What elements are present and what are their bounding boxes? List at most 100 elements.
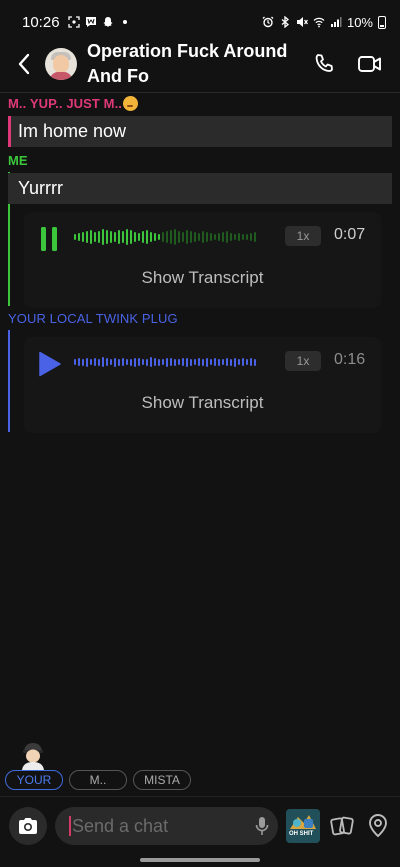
waveform-bar <box>118 230 120 244</box>
snapchat-icon <box>102 16 114 28</box>
participant-chip[interactable]: MISTA <box>133 770 191 790</box>
waveform-bar <box>78 233 80 241</box>
waveform-bar <box>122 358 124 366</box>
message-bubble[interactable]: Yurrrr <box>8 173 392 204</box>
waveform-bar <box>186 357 188 367</box>
show-transcript-button[interactable]: Show Transcript <box>24 393 381 413</box>
play-button[interactable] <box>32 347 66 381</box>
voice-note[interactable]: 1x 0:16 Show Transcript <box>24 337 381 433</box>
pause-button[interactable] <box>32 222 66 256</box>
waveform-bar <box>226 231 228 243</box>
waveform-bar <box>242 234 244 240</box>
waveform-bar <box>102 229 104 245</box>
participant-chip[interactable]: M.. <box>69 770 127 790</box>
waveform-bar <box>110 359 112 365</box>
waveform-bar <box>198 358 200 366</box>
waveform-bar <box>242 358 244 366</box>
message-bubble[interactable]: Im home now <box>8 116 392 147</box>
waveform-bar <box>234 234 236 240</box>
waveform-bar <box>166 357 168 367</box>
audio-waveform[interactable] <box>74 225 256 249</box>
waveform-bar <box>142 359 144 365</box>
home-indicator[interactable] <box>140 858 260 862</box>
voice-note[interactable]: 1x 0:07 Show Transcript <box>24 212 381 308</box>
waveform-bar <box>114 232 116 242</box>
chevron-left-icon <box>18 53 29 75</box>
location-icon <box>369 814 387 838</box>
waveform-bar <box>238 233 240 241</box>
status-left-icons <box>67 16 131 28</box>
camera-button[interactable] <box>9 807 47 845</box>
waveform-bar <box>202 231 204 243</box>
playback-speed-button[interactable]: 1x <box>285 226 321 246</box>
waveform-bar <box>166 231 168 243</box>
call-button[interactable] <box>304 44 344 84</box>
waveform-bar <box>190 231 192 243</box>
waveform-bar <box>246 359 248 365</box>
status-right: 10% <box>262 15 386 30</box>
playback-speed-button[interactable]: 1x <box>285 351 321 371</box>
bluetooth-icon <box>279 16 291 28</box>
waveform-bar <box>90 230 92 244</box>
waveform-bar <box>130 358 132 366</box>
waveform-bar <box>118 358 120 366</box>
waveform-bar <box>82 358 84 366</box>
chat-input[interactable] <box>72 815 242 837</box>
waveform-bar <box>174 358 176 366</box>
waveform-bar <box>250 233 252 241</box>
waveform-bar <box>246 234 248 240</box>
mic-icon <box>255 817 269 835</box>
waveform-bar <box>214 234 216 240</box>
chat-header: Operation Fuck Around And Fo <box>0 36 400 92</box>
waveform-bar <box>74 359 76 365</box>
shush-emoji-icon <box>123 96 139 111</box>
waveform-bar <box>142 231 144 243</box>
waveform-bar <box>82 232 84 242</box>
waveform-bar <box>98 231 100 243</box>
waveform-bar <box>138 233 140 241</box>
voice-duration: 0:16 <box>334 351 366 368</box>
waveform-bar <box>178 359 180 365</box>
waveform-bar <box>158 358 160 366</box>
waveform-bar <box>210 359 212 365</box>
waveform-bar <box>106 230 108 244</box>
waveform-bar <box>218 358 220 366</box>
waveform-bar <box>98 358 100 366</box>
sticker-button[interactable]: OH SHIT <box>286 809 320 843</box>
video-call-button[interactable] <box>350 44 390 84</box>
alarm-icon <box>262 16 274 28</box>
cards-button[interactable] <box>325 809 359 843</box>
waveform-bar <box>74 234 76 240</box>
waveform-bar <box>158 234 160 240</box>
participant-chips: YOUR M.. MISTA <box>5 770 191 790</box>
video-icon <box>358 56 381 72</box>
waveform-bar <box>94 232 96 242</box>
waveform-bar <box>154 358 156 366</box>
waveform-bar <box>126 229 128 245</box>
back-button[interactable] <box>4 36 43 92</box>
show-transcript-button[interactable]: Show Transcript <box>24 268 381 288</box>
audio-waveform[interactable] <box>74 350 256 374</box>
message-text: Im home now <box>18 121 127 141</box>
waveform-bar <box>178 231 180 243</box>
waveform-bar <box>194 232 196 242</box>
battery-percent: 10% <box>346 14 373 30</box>
waveform-bar <box>134 232 136 242</box>
waveform-bar <box>222 359 224 365</box>
waveform-bar <box>202 358 204 366</box>
waveform-bar <box>114 357 116 367</box>
waveform-bar <box>186 230 188 244</box>
waveform-bar <box>214 358 216 366</box>
chat-title[interactable]: Operation Fuck Around And Fo <box>87 39 304 89</box>
voice-note-button[interactable] <box>254 816 270 836</box>
waveform-bar <box>130 230 132 244</box>
group-avatar[interactable] <box>45 48 78 80</box>
waveform-bar <box>210 233 212 241</box>
location-button[interactable] <box>361 809 395 843</box>
dot-icon <box>119 16 131 28</box>
waveform-bar <box>90 359 92 365</box>
waveform-bar <box>150 232 152 242</box>
participant-chip[interactable]: YOUR <box>5 770 63 790</box>
waveform-bar <box>254 358 256 366</box>
waveform-bar <box>238 359 240 365</box>
